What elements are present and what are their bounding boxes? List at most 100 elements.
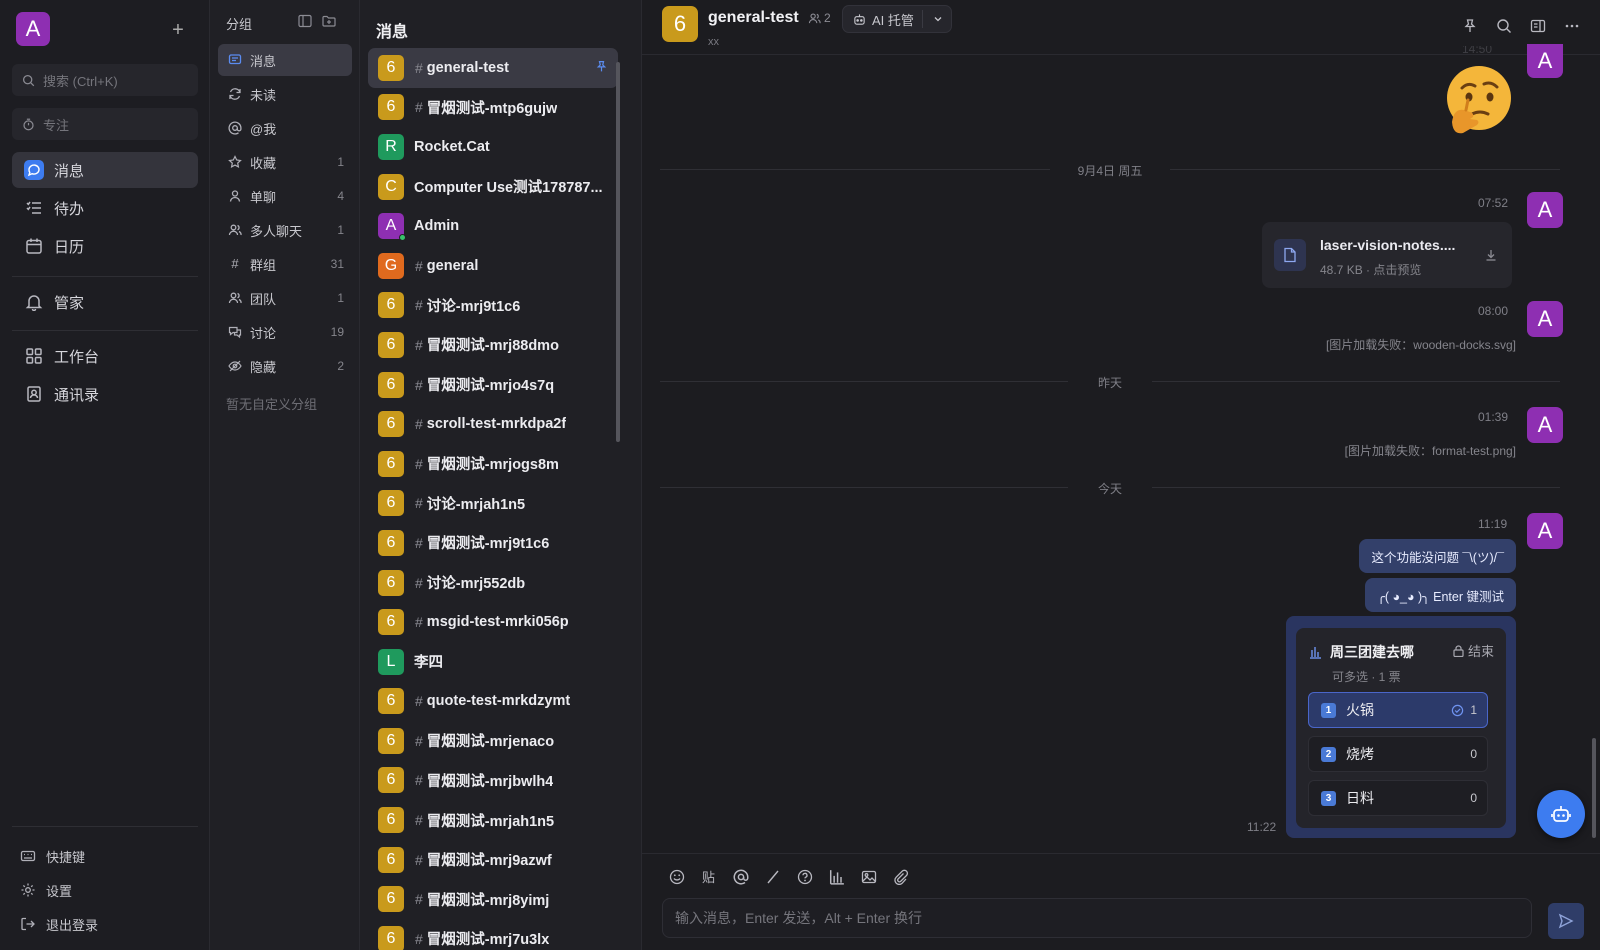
poll-option[interactable]: 2 烧烤 0: [1308, 736, 1488, 772]
refresh-icon: [229, 88, 241, 100]
team-icon: [228, 292, 242, 304]
poll-option[interactable]: 1 火锅 1: [1308, 692, 1488, 728]
sender-avatar[interactable]: A: [1527, 192, 1563, 228]
users-icon: [808, 12, 821, 23]
conversation-item[interactable]: 6 # 冒烟测试-mrjbwlh4: [368, 761, 618, 801]
shortcuts-button[interactable]: 快捷键: [20, 844, 85, 868]
message-bubble[interactable]: ╭( ◕_◕ )╮ Enter 键测试: [1365, 578, 1516, 612]
conversation-avatar: 6: [378, 450, 404, 477]
group-item-hidden[interactable]: 隐藏 2: [218, 350, 352, 382]
conversation-item[interactable]: A Admin: [368, 206, 618, 246]
download-icon[interactable]: [1484, 248, 1498, 262]
conversation-item[interactable]: 6 # scroll-test-mrkdpa2f: [368, 404, 618, 444]
group-item-multi-chat[interactable]: 多人聊天 1: [218, 214, 352, 246]
logout-button[interactable]: 退出登录: [20, 912, 98, 936]
conversation-item[interactable]: 6 # 冒烟测试-mrj7u3lx: [368, 919, 618, 950]
more-icon[interactable]: [1564, 18, 1580, 34]
option-number: 1: [1321, 702, 1336, 718]
nav-item-todo[interactable]: 待办: [12, 190, 198, 226]
gear-icon: [21, 883, 35, 897]
add-icon[interactable]: +: [168, 20, 188, 40]
poll-icon[interactable]: [828, 868, 845, 885]
sticker-button[interactable]: 贴: [700, 868, 717, 885]
search-input[interactable]: 搜索 (Ctrl+K): [12, 64, 198, 96]
nav-item-workbench[interactable]: 工作台: [12, 338, 198, 374]
conversation-item[interactable]: 6 # 冒烟测试-mrjah1n5: [368, 800, 618, 840]
group-item-mentions[interactable]: @我: [218, 112, 352, 144]
add-folder-icon[interactable]: [322, 14, 336, 28]
poll-card[interactable]: 周三团建去哪 结束 可多选 · 1 票 1 火锅 1 2 烧烤 0 3 日料 0: [1296, 628, 1506, 828]
poll-end-button[interactable]: 结束: [1453, 641, 1494, 660]
conversation-item[interactable]: 6 # 冒烟测试-mrjogs8m: [368, 444, 618, 484]
conversation-item[interactable]: R Rocket.Cat: [368, 127, 618, 167]
conversation-item[interactable]: 6 # 冒烟测试-mrj9azwf: [368, 840, 618, 880]
conversation-item[interactable]: 6 # 冒烟测试-mrj88dmo: [368, 325, 618, 365]
nav-item-calendar[interactable]: 日历: [12, 228, 198, 264]
ai-hosting-dropdown[interactable]: AI 托管: [842, 5, 952, 33]
user-avatar[interactable]: A: [16, 12, 50, 46]
conversation-avatar: 6: [378, 727, 404, 754]
group-item-channels[interactable]: # 群组 31: [218, 248, 352, 280]
conversation-item[interactable]: L 李四: [368, 642, 618, 682]
channel-hash-icon: #: [415, 930, 423, 947]
focus-button[interactable]: 专注: [12, 108, 198, 140]
image-icon[interactable]: [860, 868, 877, 885]
conversation-item[interactable]: 6 # quote-test-mrkdzymt: [368, 682, 618, 722]
message-bubble[interactable]: 这个功能没问题 ¯\(ツ)/¯: [1359, 539, 1516, 573]
scrollbar-thumb[interactable]: [1592, 738, 1596, 838]
sender-avatar[interactable]: A: [1527, 44, 1563, 78]
date-separator: 9月4日 周五: [660, 162, 1560, 178]
channel-hash-icon: #: [415, 614, 423, 631]
attachment-icon[interactable]: [892, 868, 909, 885]
group-item-direct[interactable]: 单聊 4: [218, 180, 352, 212]
message-input[interactable]: 输入消息，Enter 发送，Alt + Enter 换行: [662, 898, 1532, 938]
channel-name[interactable]: general-test: [708, 9, 799, 27]
sender-avatar[interactable]: A: [1527, 301, 1563, 337]
group-item-messages[interactable]: 消息: [218, 44, 352, 76]
conversation-item[interactable]: 6 # general-test: [368, 48, 618, 88]
conversation-item[interactable]: 6 # 讨论-mrj9t1c6: [368, 286, 618, 326]
search-icon[interactable]: [1496, 18, 1512, 34]
conversation-item[interactable]: 6 # 讨论-mrj552db: [368, 563, 618, 603]
scrollbar-thumb[interactable]: [616, 62, 620, 442]
conversation-scrollbar[interactable]: [616, 52, 620, 950]
help-icon[interactable]: [796, 868, 813, 885]
collapse-panel-icon[interactable]: [298, 14, 312, 28]
group-item-unread[interactable]: 未读: [218, 78, 352, 110]
nav-item-messages[interactable]: 消息: [12, 152, 198, 188]
poll-option[interactable]: 3 日料 0: [1308, 780, 1488, 816]
conversation-item[interactable]: C Computer Use测试178787...: [368, 167, 618, 207]
ai-assistant-button[interactable]: [1537, 790, 1585, 838]
mention-icon[interactable]: [732, 868, 749, 885]
sender-avatar[interactable]: A: [1527, 513, 1563, 549]
chat-scrollbar[interactable]: [1592, 58, 1596, 848]
poll-subtitle: 可多选 · 1 票: [1332, 670, 1401, 684]
conversation-item[interactable]: 6 # 冒烟测试-mtp6gujw: [368, 88, 618, 128]
side-panel-icon[interactable]: [1530, 18, 1546, 34]
channel-avatar[interactable]: 6: [662, 6, 698, 42]
conversation-item[interactable]: 6 # msgid-test-mrki056p: [368, 602, 618, 642]
conversation-item[interactable]: 6 # 冒烟测试-mrj8yimj: [368, 879, 618, 919]
composer-toolbar: 贴: [668, 868, 909, 885]
nav-item-contacts[interactable]: 通讯录: [12, 376, 198, 412]
conversation-avatar: A: [378, 213, 406, 242]
group-item-favorites[interactable]: 收藏 1: [218, 146, 352, 178]
file-attachment[interactable]: laser-vision-notes.... 48.7 KB · 点击预览: [1262, 222, 1512, 288]
conversation-item[interactable]: G # general: [368, 246, 618, 286]
conversation-item[interactable]: 6 # 冒烟测试-mrj9t1c6: [368, 523, 618, 563]
settings-button[interactable]: 设置: [20, 878, 72, 902]
emoji-icon[interactable]: [668, 868, 685, 885]
send-button[interactable]: [1548, 903, 1584, 939]
group-item-teams[interactable]: 团队 1: [218, 282, 352, 314]
group-item-discussions[interactable]: 讨论 19: [218, 316, 352, 348]
pin-icon[interactable]: [1462, 18, 1478, 34]
conversation-item[interactable]: 6 # 讨论-mrjah1n5: [368, 484, 618, 524]
conversation-item[interactable]: 6 # 冒烟测试-mrjenaco: [368, 721, 618, 761]
conversation-item[interactable]: 6 # 冒烟测试-mrjo4s7q: [368, 365, 618, 405]
nav-item-butler[interactable]: 管家: [12, 284, 198, 320]
member-count[interactable]: 2: [808, 11, 831, 25]
slash-command-icon[interactable]: [764, 868, 781, 885]
channel-hash-icon: #: [415, 455, 423, 472]
sender-avatar[interactable]: A: [1527, 407, 1563, 443]
member-count-value: 2: [824, 11, 831, 25]
